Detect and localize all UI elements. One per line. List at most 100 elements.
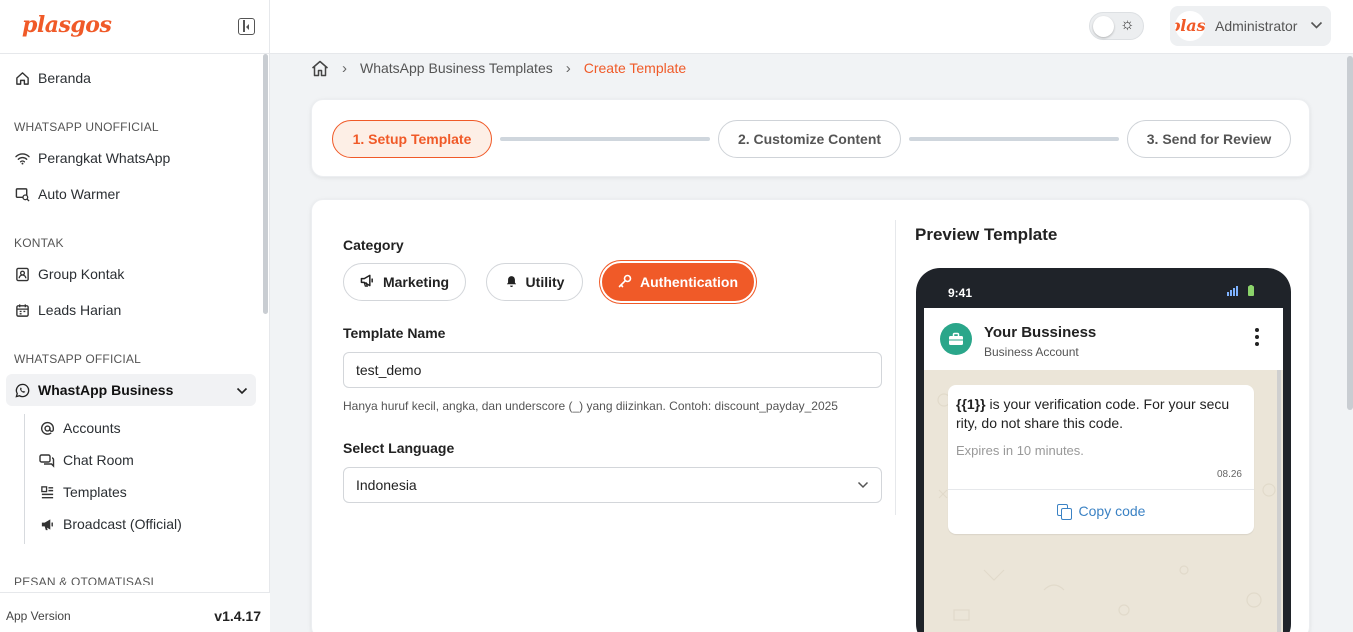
- chevron-right-icon: ›: [342, 59, 347, 77]
- language-select[interactable]: Indonesia: [343, 467, 882, 503]
- step-connector: [909, 137, 1119, 141]
- whatsapp-chat-area: {{1}} is your verification code. For you…: [924, 370, 1283, 632]
- bell-icon: [505, 274, 518, 291]
- breadcrumb: › WhatsApp Business Templates › Create T…: [311, 58, 686, 78]
- sidebar: plasgos Beranda WHATSAPP UNOFFICIAL Pera…: [0, 0, 270, 632]
- theme-toggle[interactable]: ☼: [1089, 12, 1144, 40]
- sidebar-item-device[interactable]: Perangkat WhatsApp: [14, 147, 170, 169]
- step-setup-template[interactable]: 1. Setup Template: [332, 120, 492, 158]
- submenu-guide-line: [24, 414, 25, 544]
- chevron-down-icon: [857, 478, 869, 492]
- app-version: v1.4.17: [214, 608, 261, 624]
- sidebar-item-label: WhastApp Business: [38, 382, 174, 398]
- key-icon: [618, 274, 632, 291]
- category-label: Category: [343, 237, 404, 253]
- category-utility-button[interactable]: Utility: [486, 263, 583, 301]
- message-variable: {{1}}: [956, 396, 986, 412]
- category-authentication-label: Authentication: [640, 274, 738, 290]
- at-sign-icon: [39, 420, 55, 436]
- sidebar-subitem-templates[interactable]: Templates: [39, 484, 127, 500]
- home-icon[interactable]: [311, 59, 329, 77]
- calendar-icon: [14, 302, 30, 318]
- sun-icon: ☼: [1120, 16, 1135, 33]
- toggle-knob: [1093, 16, 1114, 37]
- section-heading: WHATSAPP OFFICIAL: [14, 352, 141, 366]
- message-body: is your verification code. For your secu…: [956, 396, 1230, 431]
- sidebar-item-daily-leads[interactable]: Leads Harian: [14, 299, 121, 321]
- sidebar-item-label: Group Kontak: [38, 266, 125, 282]
- chat-bubbles-icon: [39, 452, 55, 468]
- megaphone-icon: [39, 516, 55, 532]
- copy-code-button[interactable]: Copy code: [948, 503, 1254, 520]
- top-header: ☼ plasgos Administrator: [270, 0, 1353, 54]
- copy-icon: [1056, 504, 1072, 520]
- message-bubble: {{1}} is your verification code. For you…: [948, 385, 1254, 534]
- chevron-down-icon: [1310, 17, 1323, 32]
- chevron-down-icon: [236, 382, 248, 398]
- copy-code-label: Copy code: [1078, 503, 1146, 519]
- section-heading: WHATSAPP UNOFFICIAL: [14, 120, 159, 134]
- template-name-hint: Hanya huruf kecil, angka, dan underscore…: [343, 399, 838, 413]
- sidebar-subitem-accounts[interactable]: Accounts: [39, 420, 121, 436]
- sidebar-item-auto-warmer[interactable]: Auto Warmer: [14, 183, 120, 205]
- breadcrumb-current: Create Template: [583, 60, 687, 76]
- device-search-icon: [14, 186, 30, 202]
- category-utility-label: Utility: [525, 274, 565, 290]
- page-scrollbar[interactable]: [1347, 56, 1353, 410]
- business-subtitle: Business Account: [984, 345, 1079, 359]
- category-marketing-button[interactable]: Marketing: [343, 263, 466, 301]
- template-form-card: Category Marketing Utility Authenticatio…: [311, 199, 1310, 632]
- chat-scrollbar[interactable]: [1277, 370, 1281, 632]
- sidebar-collapse-icon[interactable]: [238, 18, 255, 35]
- template-name-label: Template Name: [343, 325, 446, 341]
- chevron-right-icon: ›: [565, 59, 571, 77]
- sidebar-item-label: Accounts: [63, 420, 121, 436]
- phone-status-bar: 9:41: [916, 268, 1291, 308]
- sidebar-subitem-chat-room[interactable]: Chat Room: [39, 452, 134, 468]
- sidebar-item-group-contact[interactable]: Group Kontak: [14, 263, 124, 285]
- sidebar-scrollbar[interactable]: [263, 54, 268, 314]
- template-name-input[interactable]: test_demo: [343, 352, 882, 388]
- wifi-icon: [14, 150, 30, 166]
- template-list-icon: [39, 484, 55, 500]
- signal-battery-icon: [1227, 285, 1257, 299]
- contact-card-icon: [14, 266, 30, 282]
- stepper-card: 1. Setup Template 2. Customize Content 3…: [311, 99, 1310, 177]
- sidebar-divider: [0, 53, 270, 54]
- business-name: Your Bussiness: [984, 324, 1097, 341]
- briefcase-icon: [940, 323, 972, 355]
- sidebar-item-label: Broadcast (Official): [63, 516, 182, 532]
- more-vertical-icon[interactable]: [1255, 328, 1259, 346]
- bubble-divider: [948, 489, 1254, 490]
- template-name-value: test_demo: [356, 362, 422, 378]
- section-heading: KONTAK: [14, 236, 64, 250]
- category-marketing-label: Marketing: [382, 274, 450, 290]
- avatar: plasgos: [1175, 11, 1205, 41]
- sidebar-item-label: Chat Room: [63, 452, 134, 468]
- language-value: Indonesia: [356, 477, 417, 493]
- step-customize-content[interactable]: 2. Customize Content: [718, 120, 901, 158]
- sidebar-item-whatsapp-business[interactable]: WhastApp Business: [14, 379, 248, 401]
- user-menu[interactable]: plasgos Administrator: [1170, 6, 1331, 46]
- message-time: 08.26: [1216, 469, 1242, 480]
- preview-title: Preview Template: [915, 225, 1058, 244]
- sidebar-item-label: Auto Warmer: [38, 186, 120, 202]
- sidebar-subitem-broadcast[interactable]: Broadcast (Official): [39, 516, 182, 532]
- expires-text: Expires in 10 minutes.: [956, 443, 1084, 458]
- step-send-for-review[interactable]: 3. Send for Review: [1127, 120, 1291, 158]
- language-label: Select Language: [343, 440, 455, 456]
- whatsapp-chat-header: Your Bussiness Business Account: [924, 308, 1283, 370]
- sidebar-item-home[interactable]: Beranda: [14, 67, 91, 89]
- breadcrumb-item[interactable]: WhatsApp Business Templates: [360, 60, 553, 76]
- sidebar-item-label: Perangkat WhatsApp: [38, 150, 171, 166]
- sidebar-footer: App Version v1.4.17: [0, 592, 270, 632]
- app-logo[interactable]: plasgos: [22, 12, 112, 38]
- section-heading: PESAN & OTOMATISASI: [14, 575, 155, 585]
- step-connector: [500, 137, 710, 141]
- sidebar-item-label: Beranda: [38, 70, 91, 86]
- user-name: Administrator: [1215, 18, 1298, 34]
- category-authentication-button[interactable]: Authentication: [602, 263, 754, 301]
- message-text: {{1}} is your verification code. For you…: [956, 395, 1241, 433]
- vertical-divider: [895, 220, 896, 515]
- home-icon: [14, 70, 30, 86]
